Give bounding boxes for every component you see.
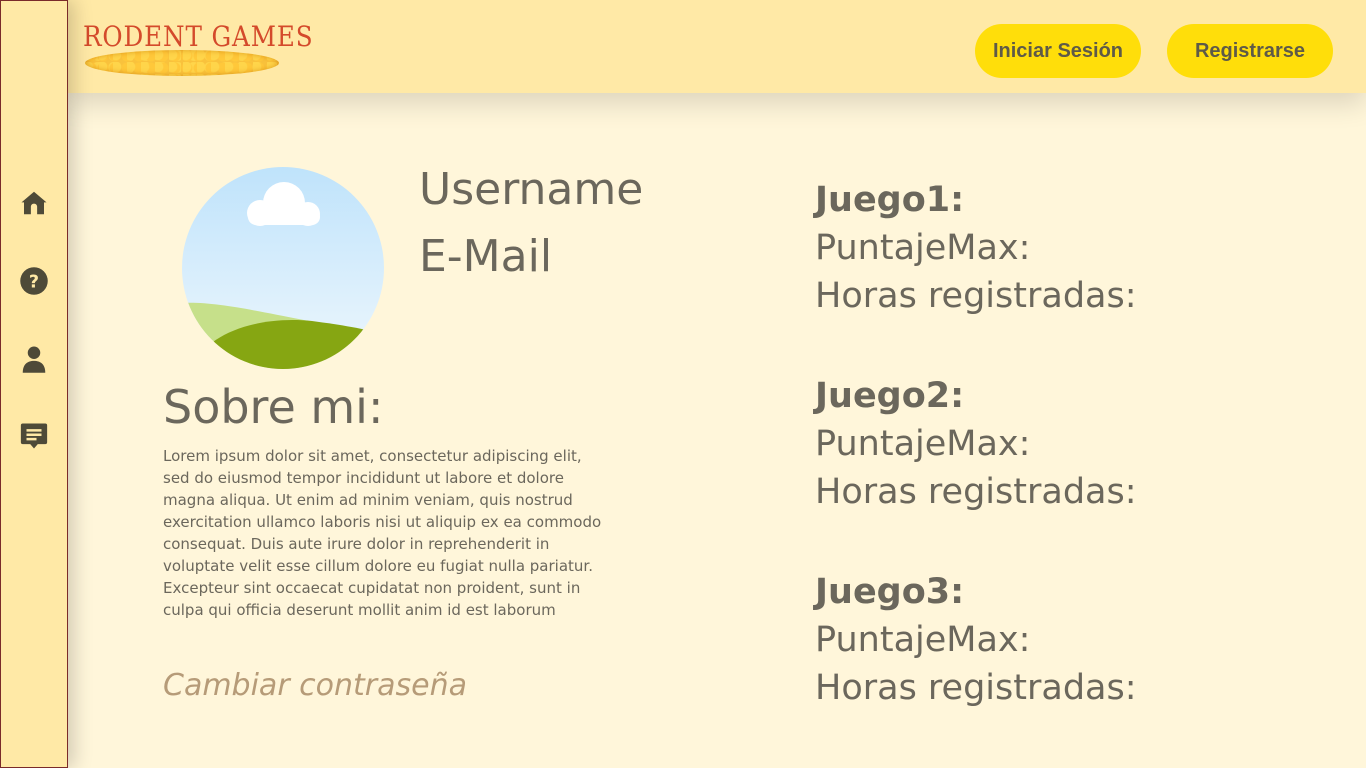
register-button[interactable]: Registrarse [1167, 24, 1333, 78]
game-stats-3: Juego3: PuntajeMax: Horas registradas: [815, 568, 1235, 712]
about-me-title: Sobre mi: [163, 380, 384, 434]
svg-text:?: ? [29, 272, 39, 292]
sidebar-item-help[interactable]: ? [18, 267, 50, 299]
user-icon [19, 344, 49, 378]
login-button[interactable]: Iniciar Sesión [975, 24, 1141, 78]
game-stats-1: Juego1: PuntajeMax: Horas registradas: [815, 176, 1235, 320]
home-icon [19, 188, 49, 222]
max-score-label: PuntajeMax: [815, 620, 1031, 660]
max-score-label: PuntajeMax: [815, 424, 1031, 464]
sidebar-item-chat[interactable] [18, 422, 50, 454]
game-title: Juego3: [815, 572, 965, 612]
max-score-label: PuntajeMax: [815, 228, 1031, 268]
about-me-text: Lorem ipsum dolor sit amet, consectetur … [163, 447, 602, 619]
game-title: Juego2: [815, 376, 965, 416]
help-icon: ? [19, 266, 49, 300]
email-label: E-Mail [419, 231, 553, 282]
page: ? RODENT GAMES Iniciar Sesión Registrars… [0, 0, 1366, 768]
landscape-avatar-image [182, 167, 384, 369]
sidebar: ? [0, 0, 68, 768]
hours-label: Horas registradas: [815, 276, 1137, 316]
top-header: RODENT GAMES Iniciar Sesión Registrarse [67, 0, 1366, 93]
username-label: Username [419, 164, 644, 215]
sidebar-item-profile[interactable] [18, 345, 50, 377]
hours-label: Horas registradas: [815, 472, 1137, 512]
avatar[interactable] [182, 167, 384, 369]
game-stats-2: Juego2: PuntajeMax: Horas registradas: [815, 372, 1235, 516]
hours-label: Horas registradas: [815, 668, 1137, 708]
chat-icon [19, 421, 49, 455]
logo-text: RODENT GAMES [83, 20, 314, 53]
sidebar-item-home[interactable] [18, 189, 50, 221]
game-title: Juego1: [815, 180, 965, 220]
change-password-link[interactable]: Cambiar contraseña [163, 668, 467, 703]
logo[interactable]: RODENT GAMES [81, 14, 313, 80]
logo-coins-graphic [85, 50, 279, 76]
